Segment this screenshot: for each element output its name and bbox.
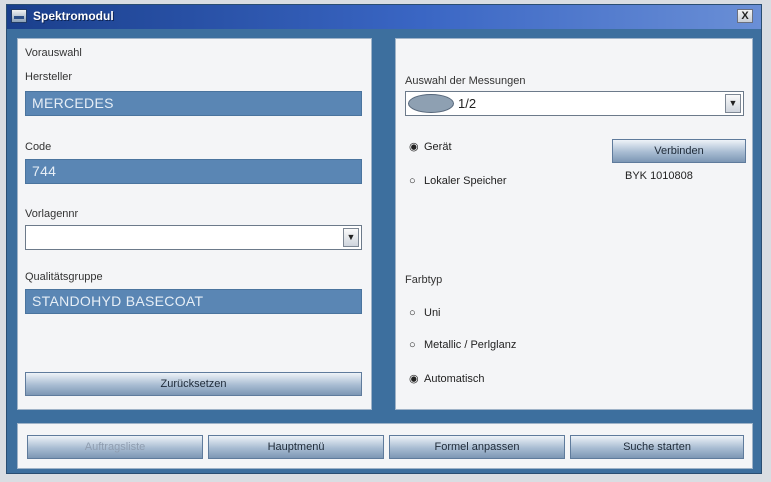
device-id: BYK 1010808 xyxy=(625,170,693,182)
radio-on-icon: ◉ xyxy=(409,141,419,153)
qualitaetsgruppe-label: Qualitätsgruppe xyxy=(25,271,103,283)
code-field[interactable]: 744 xyxy=(25,159,362,184)
vorauswahl-heading: Vorauswahl xyxy=(25,47,82,59)
farbtyp-label: Farbtyp xyxy=(405,274,443,286)
app-icon xyxy=(11,9,27,23)
radio-on-icon: ◉ xyxy=(409,373,419,385)
radio-uni-label: Uni xyxy=(424,307,441,319)
title-bar: Spektromodul X xyxy=(7,5,761,29)
spektromodul-window: Spektromodul X Vorauswahl Hersteller MER… xyxy=(6,4,762,474)
window-title: Spektromodul xyxy=(33,9,114,23)
messungen-dropdown[interactable]: 1/2 ▼ xyxy=(405,91,744,116)
vorlagennr-dropdown[interactable]: ▼ xyxy=(25,225,362,250)
messungen-label: Auswahl der Messungen xyxy=(405,75,526,87)
close-button[interactable]: X xyxy=(737,9,753,23)
suche-starten-button[interactable]: Suche starten xyxy=(570,435,744,459)
qualitaetsgruppe-field[interactable]: STANDOHYD BASECOAT xyxy=(25,289,362,314)
auftragsliste-button[interactable]: Auftragsliste xyxy=(27,435,203,459)
radio-uni[interactable]: ○ Uni xyxy=(409,307,441,319)
radio-metallic[interactable]: ○ Metallic / Perlglanz xyxy=(409,339,516,351)
vorauswahl-panel: Vorauswahl Hersteller MERCEDES Code 744 … xyxy=(17,38,372,410)
vorlagennr-label: Vorlagennr xyxy=(25,208,79,220)
radio-auto-label: Automatisch xyxy=(424,373,485,385)
radio-off-icon: ○ xyxy=(409,175,416,187)
messung-panel: Auswahl der Messungen 1/2 ▼ ◉ Gerät ○ Loka… xyxy=(395,38,753,410)
radio-lokal-label: Lokaler Speicher xyxy=(424,175,507,187)
messungen-value: 1/2 xyxy=(458,96,477,111)
code-label: Code xyxy=(25,141,52,153)
hersteller-field[interactable]: MERCEDES xyxy=(25,91,362,116)
radio-automatisch[interactable]: ◉ Automatisch xyxy=(409,372,485,385)
radio-metallic-label: Metallic / Perlglanz xyxy=(424,339,517,351)
measurement-color-swatch-icon xyxy=(408,94,454,113)
radio-geraet[interactable]: ◉ Gerät xyxy=(409,140,452,153)
hersteller-label: Hersteller xyxy=(25,71,73,83)
radio-geraet-label: Gerät xyxy=(424,141,452,153)
radio-lokaler-speicher[interactable]: ○ Lokaler Speicher xyxy=(409,175,507,187)
formel-anpassen-button[interactable]: Formel anpassen xyxy=(389,435,565,459)
action-bar: Auftragsliste Hauptmenü Formel anpassen … xyxy=(17,423,753,469)
chevron-down-icon[interactable]: ▼ xyxy=(343,228,359,247)
chevron-down-icon[interactable]: ▼ xyxy=(725,94,741,113)
radio-off-icon: ○ xyxy=(409,307,416,319)
radio-off-icon: ○ xyxy=(409,339,416,351)
hauptmenue-button[interactable]: Hauptmenü xyxy=(208,435,384,459)
zuruecksetzen-button[interactable]: Zurücksetzen xyxy=(25,372,362,396)
verbinden-button[interactable]: Verbinden xyxy=(612,139,746,163)
